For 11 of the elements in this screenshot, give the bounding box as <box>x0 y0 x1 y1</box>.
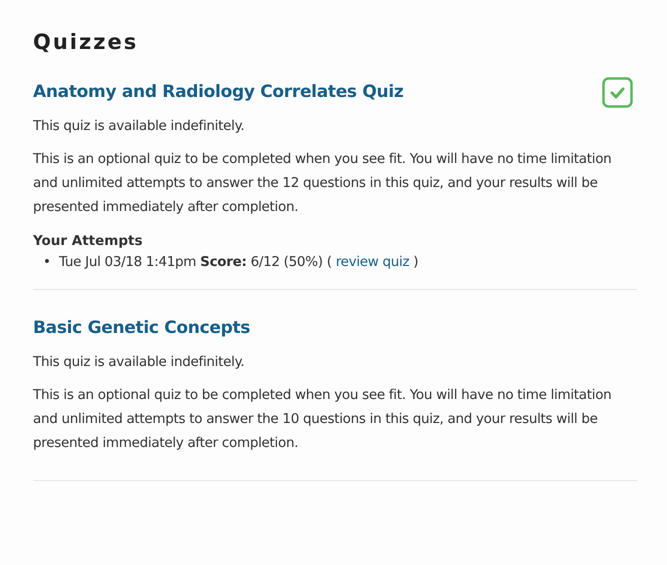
availability-text: This quiz is available indefinitely. <box>33 117 246 136</box>
quiz-title-link[interactable]: Anatomy and Radiology Correlates Quiz <box>33 82 404 102</box>
availability-text: This quiz is available indefinitely. <box>33 353 246 372</box>
quiz-description: This is an optional quiz to be completed when you see fit. You will have no time limitation and unlimited attempts to answer the 12 questions in this quiz, and your results will be presented immediately after completion. <box>33 150 612 217</box>
attempt-entry: Tue Jul 03/18 1:41pm Score: 6/12 (50%) ( review quiz ) <box>59 254 418 270</box>
quiz-title-link[interactable]: Basic Genetic Concepts <box>33 318 250 338</box>
quiz-description: This is an optional quiz to be completed when you see fit. You will have no time limitation and unlimited attempts to answer the 10 questions in this quiz, and your results will be presented immediately after completion. <box>33 386 612 453</box>
attempts-heading: Your Attempts <box>33 232 144 251</box>
bullet-icon: • <box>43 251 59 273</box>
review-quiz-link[interactable]: review quiz <box>336 254 410 270</box>
page-heading: Quizzes <box>33 30 140 54</box>
